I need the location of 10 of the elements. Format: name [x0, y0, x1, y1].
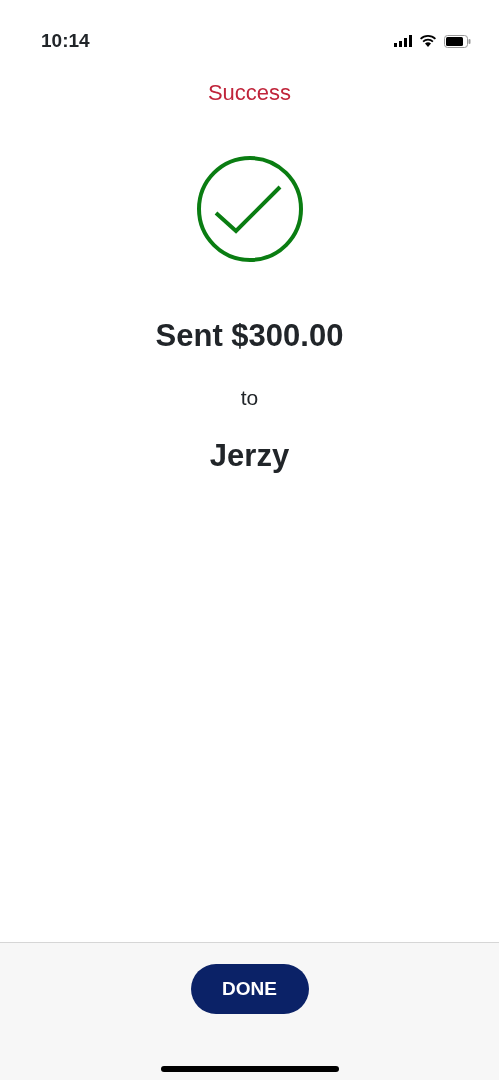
amount-text: Sent $300.00	[155, 317, 344, 355]
page-title: Success	[207, 79, 292, 107]
battery-icon	[444, 34, 471, 48]
signal-icon	[394, 35, 412, 47]
connector-text: to	[240, 384, 259, 411]
recipient-name: Jerzy	[209, 437, 290, 475]
checkmark-icon	[195, 155, 304, 263]
done-button[interactable]: DONE	[190, 964, 309, 1014]
wifi-icon	[420, 35, 436, 47]
status-time: 10:14	[41, 28, 90, 53]
